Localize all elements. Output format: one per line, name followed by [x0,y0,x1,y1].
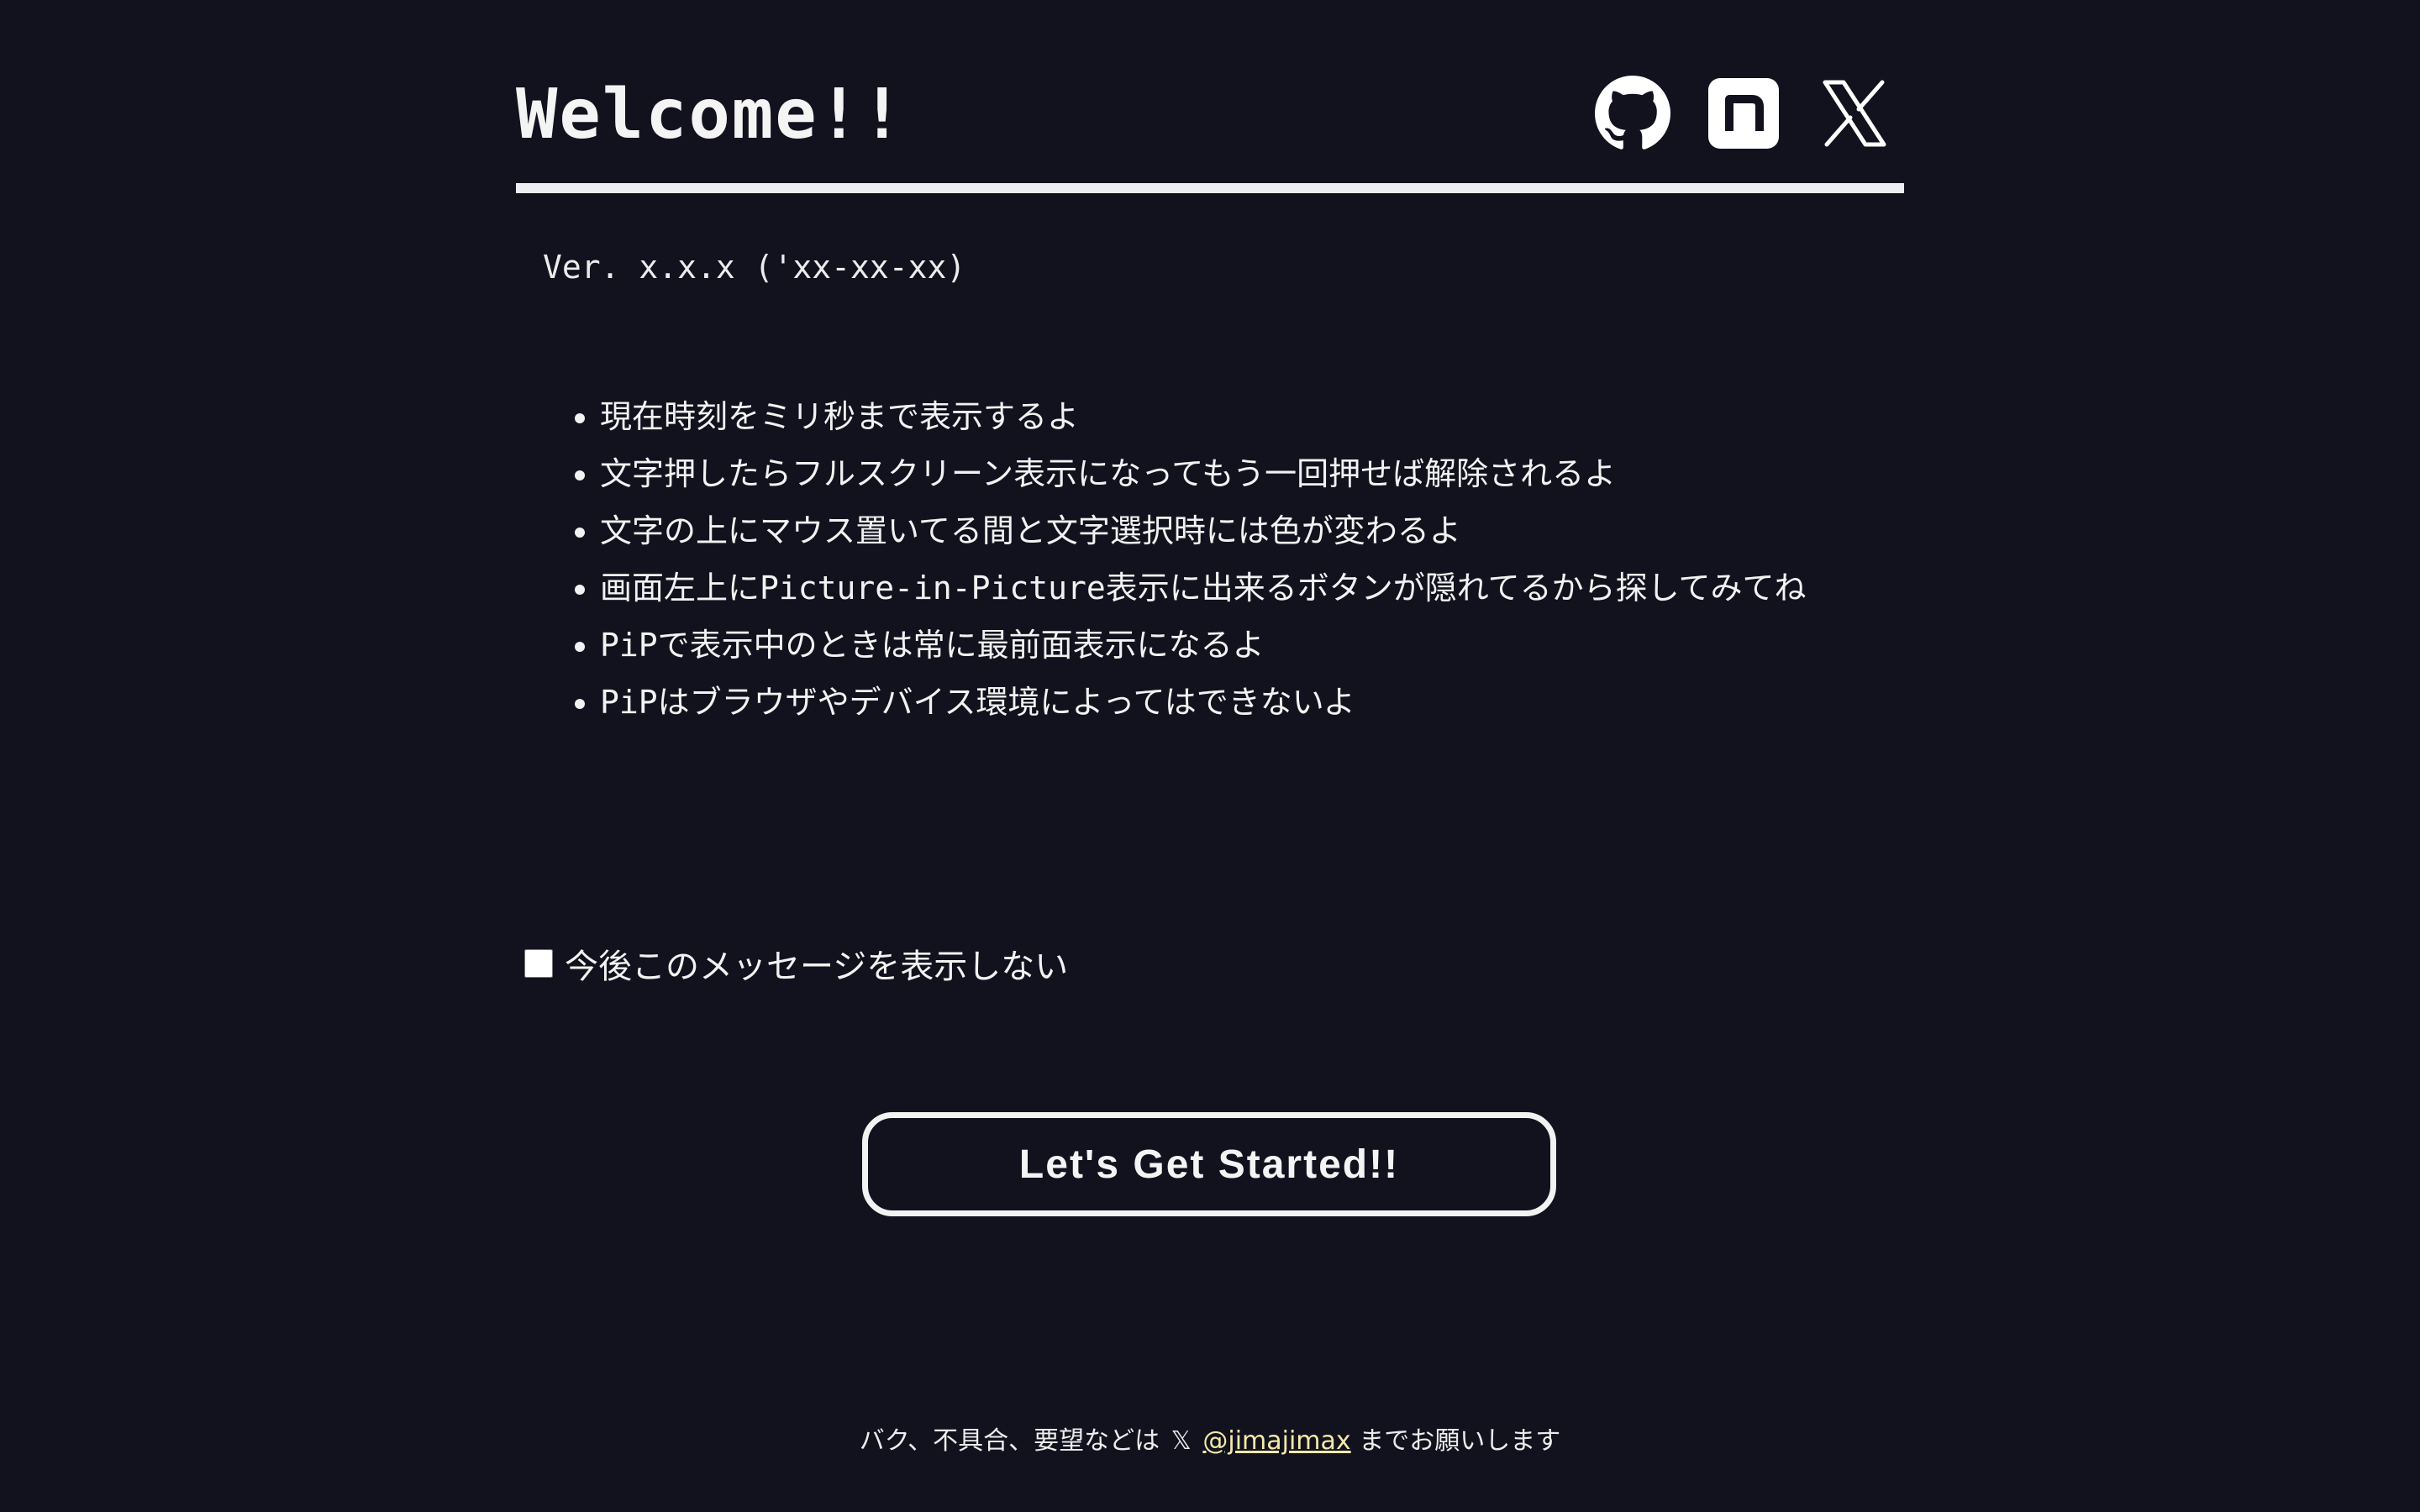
social-links [1595,76,1892,151]
feature-item: PiPはブラウザやデバイス環境によってはできないよ [600,674,1807,731]
title-divider [516,183,1904,193]
x-link[interactable] [1817,76,1892,151]
author-link[interactable]: @jimajimax [1202,1426,1350,1456]
dont-show-again-label: 今後このメッセージを表示しない [565,948,1069,986]
header: Welcome!! [516,0,1904,195]
x-icon [1823,80,1886,147]
feature-item: 画面左上にPicture-in-Picture表示に出来るボタンが隠れてるから探… [600,559,1807,617]
feature-item: PiPで表示中のときは常に最前面表示になるよ [600,617,1807,674]
feature-item: 現在時刻をミリ秒まで表示するよ [600,388,1807,445]
version-text: Ver. x.x.x ('xx-xx-xx) [543,249,966,286]
feature-item: 文字の上にマウス置いてる間と文字選択時には色が変わるよ [600,502,1807,559]
note-link[interactable] [1706,76,1781,151]
dont-show-again-checkbox[interactable] [524,949,553,978]
github-icon [1595,76,1670,150]
footer-prefix: バク、不具合、要望などは [859,1426,1160,1456]
github-link[interactable] [1595,76,1670,151]
footer-suffix: までお願いします [1359,1426,1561,1456]
feature-list: 現在時刻をミリ秒まで表示するよ 文字押したらフルスクリーン表示になってもう一回押… [543,388,1807,731]
welcome-panel: Welcome!! Ver. x.x.x ('xx-xx-xx) • 現在時刻を… [516,0,1904,986]
x-logo-icon: 𝕏 [1171,1426,1192,1456]
feature-item: 文字押したらフルスクリーン表示になってもう一回押せば解除されるよ [600,445,1807,502]
get-started-button[interactable]: Let's Get Started!! [862,1112,1556,1216]
page-title: Welcome!! [516,75,905,155]
footer: バク、不具合、要望などは 𝕏 @jimajimax までお願いします [0,1420,2420,1457]
note-icon [1708,78,1779,149]
welcome-page: Welcome!! Ver. x.x.x ('xx-xx-xx) • 現在時刻を… [0,0,2420,1512]
dont-show-again-option[interactable]: 今後このメッセージを表示しない [524,939,1068,988]
